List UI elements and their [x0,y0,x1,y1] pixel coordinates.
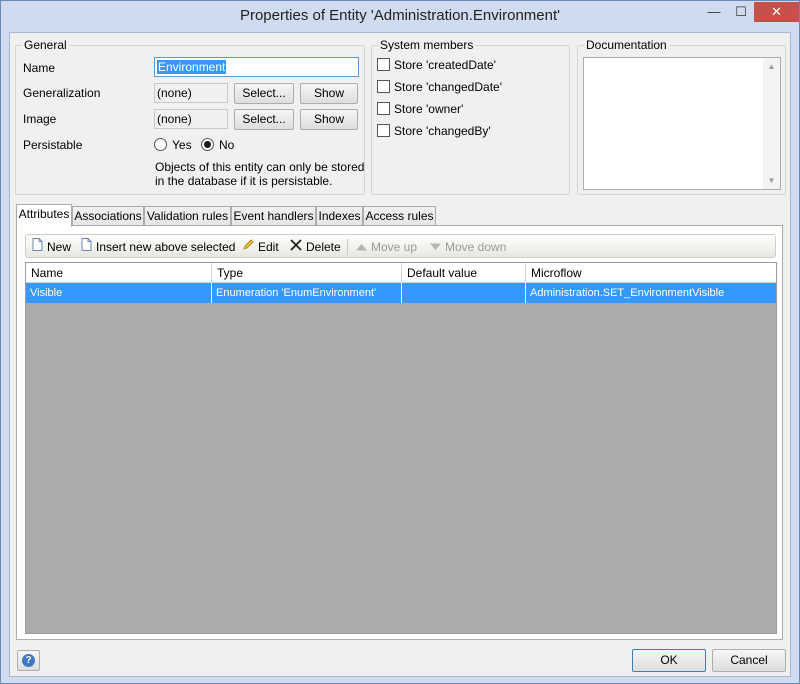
pencil-icon [241,237,255,257]
image-field: (none) [154,109,228,129]
generalization-label: Generalization [23,86,101,100]
delete-button-label: Delete [306,240,341,254]
persistable-note-line2: in the database if it is persistable. [155,174,333,188]
image-select-button[interactable]: Select... [234,109,294,130]
tab-event-handlers[interactable]: Event handlers [231,206,316,226]
store-changed-by-checkbox[interactable] [377,124,390,137]
generalization-show-button[interactable]: Show [300,83,358,104]
toolbar-separator [347,239,348,255]
table-row[interactable]: Visible Enumeration 'EnumEnvironment' Ad… [26,283,776,303]
scroll-down-icon[interactable]: ▼ [763,172,780,189]
persistable-no-label[interactable]: No [219,138,234,152]
generalization-field: (none) [154,83,228,103]
delete-x-icon [289,237,303,257]
cell-type: Enumeration 'EnumEnvironment' [212,283,402,303]
maximize-button[interactable]: ☐ [728,2,754,22]
attributes-panel: New Insert new above selected Edit Delet… [16,225,783,640]
close-button[interactable]: ✕ [754,2,799,22]
new-document-icon [30,237,44,257]
system-members-title: System members [378,38,476,52]
minimize-button[interactable]: — [701,2,727,22]
persistable-no-radio[interactable] [201,138,214,151]
store-created-date-label[interactable]: Store 'createdDate' [394,58,496,72]
column-header-microflow[interactable]: Microflow [526,263,776,283]
dialog-window: Properties of Entity 'Administration.Env… [0,0,800,684]
tab-access-rules[interactable]: Access rules [363,206,436,226]
cell-microflow: Administration.SET_EnvironmentVisible [530,287,725,299]
store-changed-date-checkbox[interactable] [377,80,390,93]
attributes-grid[interactable]: Name Type Default value Microflow Visibl… [25,262,777,634]
attributes-toolbar: New Insert new above selected Edit Delet… [25,234,776,258]
tab-associations[interactable]: Associations [72,206,144,226]
name-input[interactable]: Environment [154,57,359,77]
store-owner-label[interactable]: Store 'owner' [394,102,463,116]
cancel-button[interactable]: Cancel [712,649,786,672]
scroll-up-icon[interactable]: ▲ [763,58,780,75]
documentation-scrollbar[interactable]: ▲ ▼ [763,58,780,189]
store-owner-checkbox[interactable] [377,102,390,115]
grid-header: Name Type Default value Microflow [26,263,776,283]
tab-indexes[interactable]: Indexes [316,206,363,226]
name-label: Name [23,61,56,75]
new-button[interactable]: New [30,237,71,257]
edit-button[interactable]: Edit [241,237,279,257]
insert-document-icon [79,237,93,257]
column-header-type[interactable]: Type [212,263,402,283]
ok-button[interactable]: OK [632,649,706,672]
store-created-date-checkbox[interactable] [377,58,390,71]
move-up-button[interactable]: Move up [354,237,417,257]
window-title: Properties of Entity 'Administration.Env… [239,7,561,24]
insert-above-label: Insert new above selected [96,240,236,254]
move-down-button[interactable]: Move down [428,237,506,257]
general-group-title: General [22,38,69,52]
tab-validation-rules[interactable]: Validation rules [144,206,231,226]
column-header-default-value[interactable]: Default value [402,263,526,283]
triangle-down-icon [428,237,442,257]
persistable-yes-label[interactable]: Yes [172,138,192,152]
documentation-textarea[interactable]: ▲ ▼ [583,57,781,190]
documentation-title: Documentation [584,38,669,52]
image-label: Image [23,112,57,126]
store-changed-date-label[interactable]: Store 'changedDate' [394,80,502,94]
edit-button-label: Edit [258,240,279,254]
move-up-label: Move up [371,240,418,254]
title-bar[interactable]: Properties of Entity 'Administration.Env… [1,1,799,31]
move-down-label: Move down [445,240,507,254]
persistable-note-line1: Objects of this entity can only be store… [155,160,365,174]
name-input-value: Environment [157,60,227,74]
tab-attributes[interactable]: Attributes [16,204,72,227]
insert-above-button[interactable]: Insert new above selected [79,237,235,257]
column-header-name[interactable]: Name [26,263,212,283]
help-button[interactable]: ? [17,650,40,671]
cell-default-value [402,283,526,303]
cell-name: Visible [26,283,212,303]
store-changed-by-label[interactable]: Store 'changedBy' [394,124,491,138]
dialog-client: General Name Environment Generalization … [9,32,791,677]
persistable-label: Persistable [23,138,83,152]
delete-button[interactable]: Delete [289,237,341,257]
persistable-yes-radio[interactable] [154,138,167,151]
generalization-select-button[interactable]: Select... [234,83,294,104]
image-show-button[interactable]: Show [300,109,358,130]
triangle-up-icon [354,237,368,257]
new-button-label: New [47,240,72,254]
help-icon: ? [22,654,35,667]
